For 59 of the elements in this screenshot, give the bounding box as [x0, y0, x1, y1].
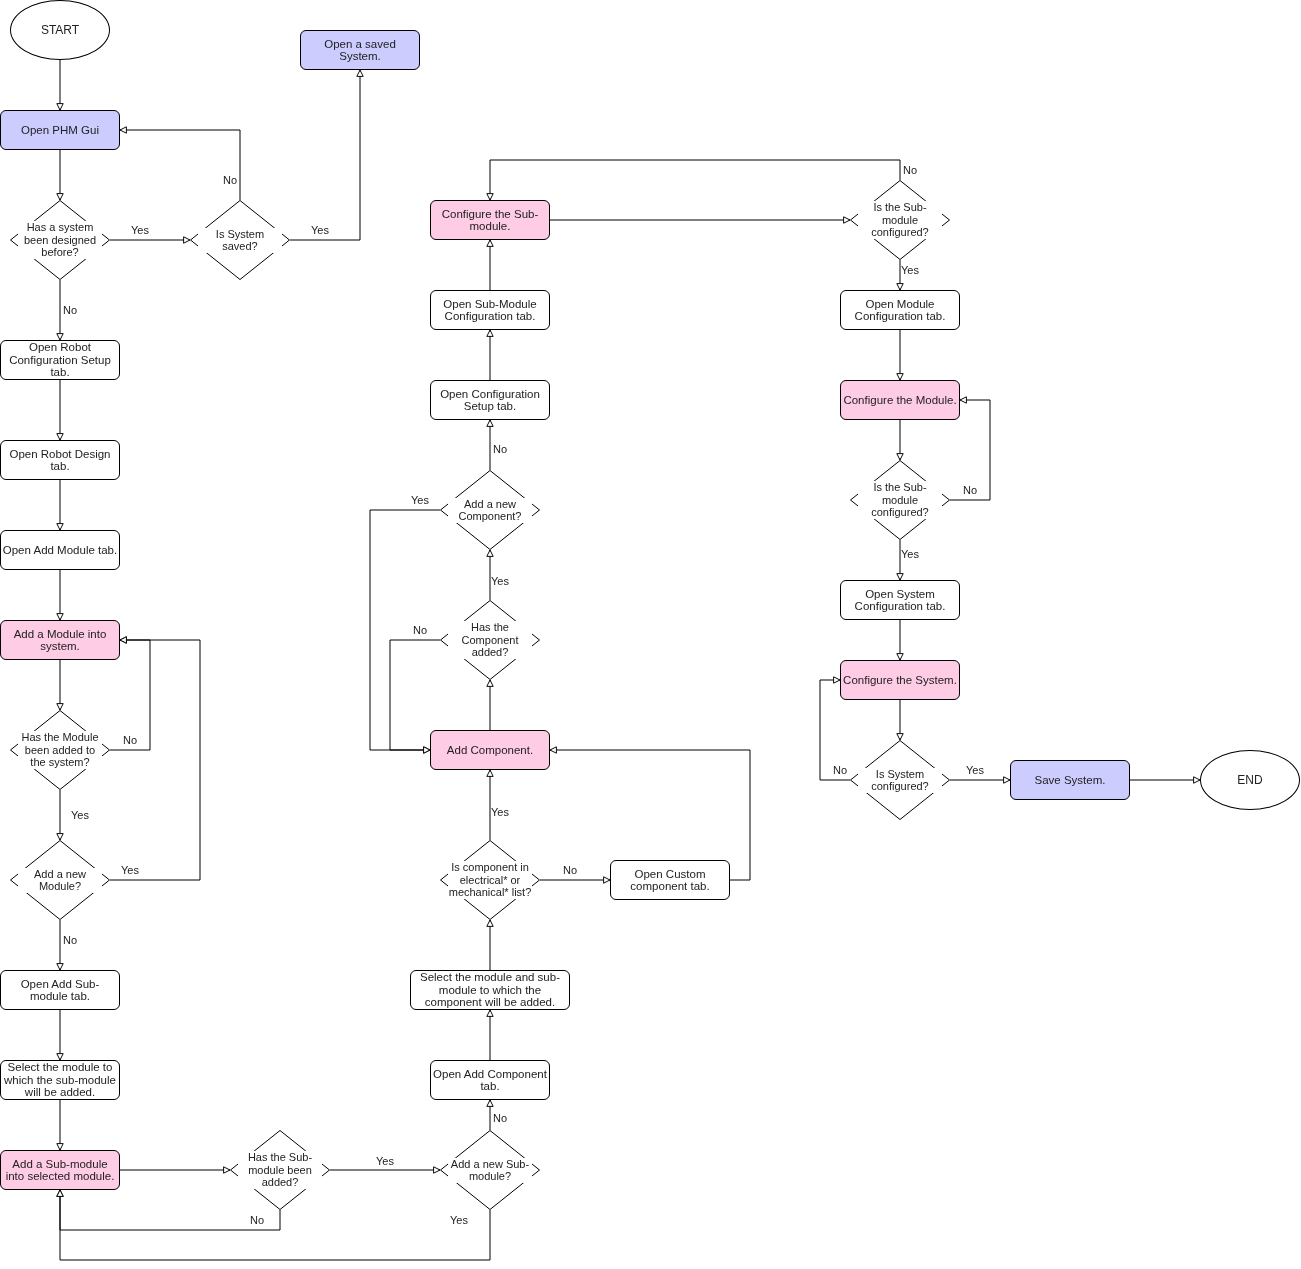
edge-label: No — [492, 1112, 508, 1124]
process-step: Open PHM Gui — [0, 110, 120, 150]
process-step: Open Module Configuration tab. — [840, 290, 960, 330]
process-step: Configure the Module. — [840, 380, 960, 420]
process-step: Open a saved System. — [300, 30, 420, 70]
process-step: Add a Sub-module into selected module. — [0, 1150, 120, 1190]
edge-label: Yes — [901, 548, 919, 560]
edge-label: Yes — [131, 224, 149, 236]
decision-diamond: Is component in electrical* or mechanical* list? — [440, 840, 540, 920]
edge-label: Yes — [450, 1214, 468, 1226]
process-step: Select the module and sub-module to which the component will be added. — [410, 970, 570, 1010]
decision-diamond: Has a system been designed before? — [10, 200, 110, 280]
edge-label: No — [492, 443, 508, 455]
process-step: Configure the System. — [840, 660, 960, 700]
process-step: Select the module to which the sub-module will be added. — [0, 1060, 120, 1100]
process-step: Open Add Module tab. — [0, 530, 120, 570]
decision-diamond: Add a new Component? — [440, 470, 540, 550]
process-step: Open Custom component tab. — [610, 860, 730, 900]
decision-diamond: Is System configured? — [850, 740, 950, 820]
edge-label: No — [832, 764, 848, 776]
edge-label: Yes — [121, 864, 139, 876]
terminal-ellipse: START — [10, 0, 110, 60]
edge-label: No — [962, 484, 978, 496]
process-step: Open System Configuration tab. — [840, 580, 960, 620]
process-step: Save System. — [1010, 760, 1130, 800]
edge-label: No — [122, 734, 138, 746]
process-step: Open Robot Design tab. — [0, 440, 120, 480]
edge-label: No — [222, 174, 238, 186]
decision-diamond: Is System saved? — [190, 200, 290, 280]
edge-label: Yes — [376, 1155, 394, 1167]
decision-diamond: Add a new Module? — [10, 840, 110, 920]
edge-label: No — [249, 1214, 265, 1226]
process-step: Open Add Sub-module tab. — [0, 970, 120, 1010]
edge-label: Yes — [966, 764, 984, 776]
edge-label: No — [902, 164, 918, 176]
process-step: Open Sub-Module Configuration tab. — [430, 290, 550, 330]
decision-diamond: Add a new Sub-module? — [440, 1130, 540, 1210]
decision-diamond: Is the Sub-module configured? — [850, 180, 950, 260]
edge-label: No — [562, 864, 578, 876]
edge-label: Yes — [411, 494, 429, 506]
edge-label: No — [62, 934, 78, 946]
process-step: Open Configuration Setup tab. — [430, 380, 550, 420]
process-step: Add a Module into system. — [0, 620, 120, 660]
process-step: Configure the Sub-module. — [430, 200, 550, 240]
decision-diamond: Is the Sub-module configured? — [850, 460, 950, 540]
decision-diamond: Has the Component added? — [440, 600, 540, 680]
process-step: Open Add Component tab. — [430, 1060, 550, 1100]
edge-label: Yes — [491, 806, 509, 818]
decision-diamond: Has the Module been added to the system? — [10, 710, 110, 790]
terminal-ellipse: END — [1200, 750, 1300, 810]
edge-label: Yes — [311, 224, 329, 236]
edge-label: Yes — [71, 809, 89, 821]
edge-label: Yes — [491, 575, 509, 587]
edge-label: Yes — [901, 264, 919, 276]
process-step: Add Component. — [430, 730, 550, 770]
decision-diamond: Has the Sub-module been added? — [230, 1130, 330, 1210]
process-step: Open Robot Configuration Setup tab. — [0, 340, 120, 380]
edge-label: No — [412, 624, 428, 636]
edge-label: No — [62, 304, 78, 316]
